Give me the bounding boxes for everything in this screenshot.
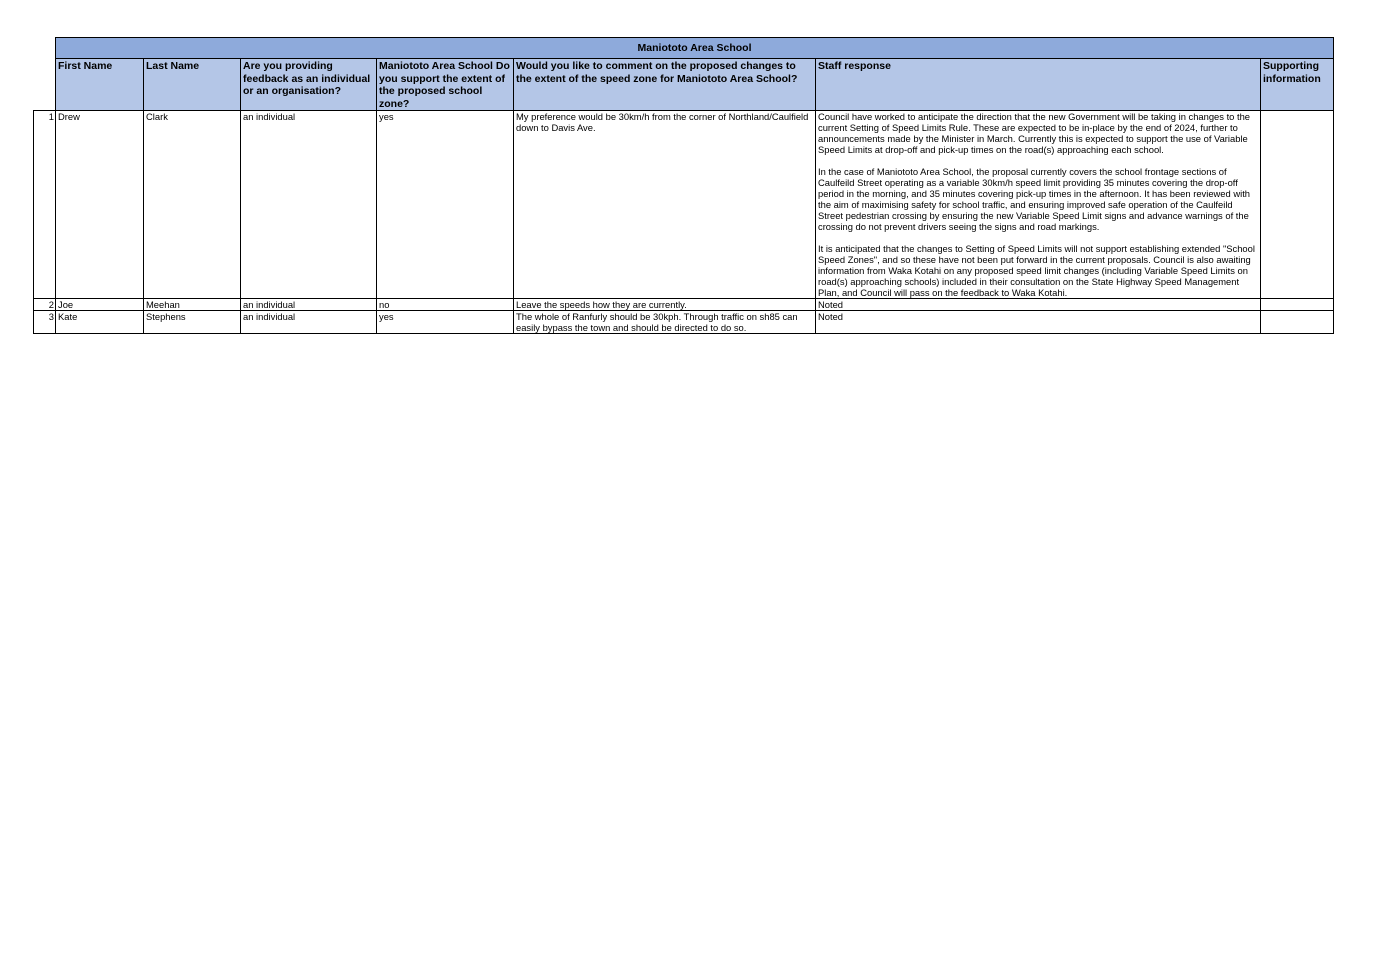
feedback-table: Maniototo Area School First Name Last Na… [33, 37, 1335, 334]
last-name-cell: Meehan [143, 298, 241, 311]
feedback-type-cell: an individual [240, 110, 377, 299]
support-cell: yes [376, 310, 514, 334]
table-row: 2 Joe Meehan an individual no Leave the … [33, 298, 1335, 311]
first-name-cell: Joe [55, 298, 144, 311]
comment-cell: Leave the speeds how they are currently. [513, 298, 816, 311]
header-supporting-info: Supporting information [1259, 58, 1335, 111]
staff-response-cell: Noted [815, 298, 1261, 311]
blank-corner [34, 59, 56, 111]
first-name-cell: Kate [55, 310, 144, 334]
comment-cell: My preference would be 30km/h from the c… [513, 110, 816, 299]
last-name-cell: Stephens [143, 310, 241, 334]
staff-response-cell: Council have worked to anticipate the di… [815, 110, 1261, 299]
feedback-type-cell: an individual [240, 298, 377, 311]
row-number: 1 [33, 110, 56, 299]
header-support: Maniototo Area School Do you support the… [376, 58, 514, 111]
supporting-info-cell [1259, 110, 1335, 299]
supporting-info-cell [1259, 310, 1335, 334]
title-row: Maniototo Area School [34, 37, 1335, 59]
support-cell: no [376, 298, 514, 311]
blank-corner [34, 38, 56, 59]
first-name-cell: Drew [55, 110, 144, 299]
row-number: 3 [33, 310, 56, 334]
header-first-name: First Name [55, 58, 144, 111]
header-last-name: Last Name [143, 58, 241, 111]
table-row: 3 Kate Stephens an individual yes The wh… [33, 310, 1335, 334]
header-comment: Would you like to comment on the propose… [513, 58, 816, 111]
sheet-title: Maniototo Area School [54, 37, 1335, 59]
header-staff-response: Staff response [815, 58, 1261, 111]
header-row: First Name Last Name Are you providing f… [34, 58, 1335, 111]
header-feedback-type: Are you providing feedback as an individ… [240, 58, 377, 111]
support-cell: yes [376, 110, 514, 299]
supporting-info-cell [1259, 298, 1335, 311]
last-name-cell: Clark [143, 110, 241, 299]
feedback-type-cell: an individual [240, 310, 377, 334]
comment-cell: The whole of Ranfurly should be 30kph. T… [513, 310, 816, 334]
row-number: 2 [33, 298, 56, 311]
staff-response-cell: Noted [815, 310, 1261, 334]
table-row: 1 Drew Clark an individual yes My prefer… [33, 110, 1335, 299]
